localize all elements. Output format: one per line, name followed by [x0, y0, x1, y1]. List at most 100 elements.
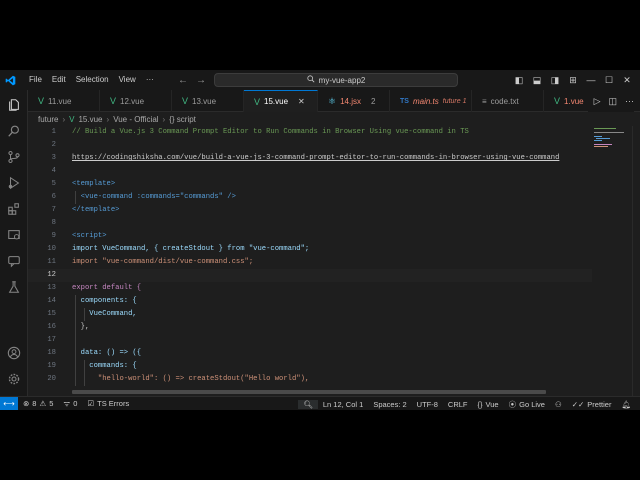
- menu-more[interactable]: ···: [141, 70, 159, 90]
- line-number: 15: [47, 310, 56, 318]
- run-debug-icon[interactable]: [5, 174, 23, 192]
- explorer-icon[interactable]: [5, 96, 23, 114]
- language-mode-selector[interactable]: {} Vue: [473, 400, 504, 409]
- problems-indicator[interactable]: ⊗ 8 ⚠ 5: [18, 399, 58, 408]
- tab-13-vue[interactable]: V 13.vue: [172, 90, 244, 112]
- breadcrumb-folder[interactable]: future: [38, 115, 58, 124]
- ports-indicator[interactable]: ᯤ 0: [58, 399, 82, 409]
- breadcrumb: future › V 15.vue › Vue - Official › {} …: [38, 113, 196, 125]
- split-editor-icon[interactable]: ◫: [608, 96, 617, 107]
- toggle-secondary-sidebar-icon[interactable]: ◨: [550, 75, 560, 86]
- typescript-file-icon: TS: [400, 97, 409, 105]
- forward-arrow-icon[interactable]: →: [196, 75, 206, 86]
- tab-code-txt[interactable]: ≡ code.txt: [472, 90, 544, 112]
- ts-errors-indicator[interactable]: ☑ TS Errors: [82, 399, 134, 408]
- tab-14-jsx[interactable]: ⚛ 14.jsx 2: [318, 90, 390, 112]
- close-tab-icon[interactable]: ✕: [298, 97, 305, 106]
- tab-label: 11.vue: [48, 96, 72, 106]
- tab-11-vue[interactable]: V 11.vue: [28, 90, 100, 112]
- line-text: commands: {: [72, 362, 137, 370]
- copilot-icon: ⚇: [554, 399, 562, 409]
- encoding-selector[interactable]: UTF-8: [412, 400, 443, 409]
- line-number: 18: [47, 349, 56, 357]
- minimap-line: [594, 140, 602, 141]
- menu-file[interactable]: File: [24, 70, 47, 90]
- menu-bar: File Edit Selection View ···: [24, 70, 159, 90]
- command-center[interactable]: my-vue-app2: [214, 73, 458, 87]
- menu-selection[interactable]: Selection: [71, 70, 114, 90]
- close-window-icon[interactable]: ✕: [622, 75, 632, 86]
- chevron-right-icon: ›: [162, 114, 166, 124]
- cursor-position[interactable]: Ln 12, Col 1: [318, 400, 368, 409]
- double-check-icon: ✓✓: [571, 399, 585, 409]
- line-number: 20: [47, 375, 56, 383]
- code-line: 13 export default {: [28, 282, 592, 295]
- tab-12-vue[interactable]: V 12.vue: [100, 90, 172, 112]
- testing-flask-icon[interactable]: [5, 278, 23, 296]
- indent-guide: [84, 360, 85, 386]
- code-line: 4: [28, 165, 592, 178]
- title-bar: File Edit Selection View ··· ← → my-vue-…: [0, 70, 640, 90]
- menu-edit[interactable]: Edit: [47, 70, 71, 90]
- minimap-line: [594, 136, 602, 137]
- remote-indicator-icon[interactable]: ⟷: [0, 396, 18, 410]
- breadcrumb-symbol[interactable]: {} script: [169, 115, 196, 124]
- prettier-indicator[interactable]: ✓✓ Prettier: [567, 400, 617, 409]
- line-text: import "vue-command/dist/vue-command.css…: [72, 258, 254, 266]
- account-icon[interactable]: [5, 344, 23, 362]
- code-line: 6 <vue-command :commands="commands" />: [28, 191, 592, 204]
- toggle-panel-icon[interactable]: ⬓: [532, 75, 542, 86]
- tab-main-ts[interactable]: TS main.ts future 1: [390, 90, 472, 112]
- remote-explorer-icon[interactable]: [5, 226, 23, 244]
- settings-gear-icon[interactable]: [5, 370, 23, 388]
- horizontal-scrollbar[interactable]: [72, 390, 546, 394]
- minimap-line: [594, 144, 612, 145]
- minimize-icon[interactable]: —: [586, 75, 596, 85]
- encoding-text: UTF-8: [416, 399, 438, 409]
- code-line: 17: [28, 334, 592, 347]
- back-arrow-icon[interactable]: ←: [178, 75, 188, 86]
- extensions-icon[interactable]: [5, 200, 23, 218]
- vue-file-icon: V: [254, 96, 261, 107]
- indent-guide: [84, 308, 85, 321]
- line-text: // Build a Vue.js 3 Command Prompt Edito…: [72, 128, 469, 136]
- more-actions-icon[interactable]: ···: [625, 96, 634, 106]
- vertical-scrollbar[interactable]: [632, 126, 640, 396]
- line-number: 8: [51, 219, 56, 227]
- notifications-bell[interactable]: 🔔︎: [616, 400, 636, 409]
- breadcrumb-language[interactable]: Vue - Official: [113, 115, 158, 124]
- tab-label: 1.vue: [564, 96, 584, 106]
- code-editor[interactable]: 1 // Build a Vue.js 3 Command Prompt Edit…: [28, 126, 592, 396]
- minimap[interactable]: [592, 126, 632, 396]
- code-line: 14 components: {: [28, 295, 592, 308]
- vue-file-icon: V: [554, 96, 561, 106]
- react-file-icon: ⚛: [328, 95, 337, 106]
- customize-layout-icon[interactable]: ⊞: [568, 75, 578, 86]
- vue-file-icon: V: [110, 96, 117, 106]
- go-live-button[interactable]: ⦿ Go Live: [504, 399, 550, 410]
- code-line: 19 commands: {: [28, 360, 592, 373]
- run-icon[interactable]: ▷: [594, 96, 601, 107]
- chevron-right-icon: ›: [62, 114, 66, 124]
- zoom-icon: 🔍︎: [303, 399, 313, 409]
- eol-selector[interactable]: CRLF: [443, 400, 473, 409]
- copilot-indicator[interactable]: ⚇: [550, 400, 567, 409]
- go-live-label: Go Live: [519, 399, 545, 409]
- chat-icon[interactable]: [5, 252, 23, 270]
- search-sidebar-icon[interactable]: [5, 122, 23, 140]
- broadcast-icon: ᯤ: [63, 398, 71, 408]
- vue-file-icon: V: [69, 114, 75, 124]
- toggle-sidebar-icon[interactable]: ◧: [514, 75, 524, 86]
- code-line: 10 import VueCommand, { createStdout } fr…: [28, 243, 592, 256]
- tab-15-vue[interactable]: V 15.vue ✕: [244, 90, 318, 112]
- minimap-line: [594, 146, 608, 147]
- menu-view[interactable]: View: [114, 70, 141, 90]
- source-control-icon[interactable]: [5, 148, 23, 166]
- url-link[interactable]: https://codingshiksha.com/vue/build-a-vu…: [72, 152, 559, 165]
- zoom-indicator[interactable]: 🔍︎: [298, 399, 318, 409]
- tab-label: main.ts: [412, 96, 439, 106]
- maximize-icon[interactable]: ☐: [604, 75, 614, 86]
- breadcrumb-file[interactable]: 15.vue: [78, 115, 102, 124]
- indentation-selector[interactable]: Spaces: 2: [368, 400, 411, 409]
- line-text: "hello-world": () => createStdout("Hello…: [72, 375, 310, 383]
